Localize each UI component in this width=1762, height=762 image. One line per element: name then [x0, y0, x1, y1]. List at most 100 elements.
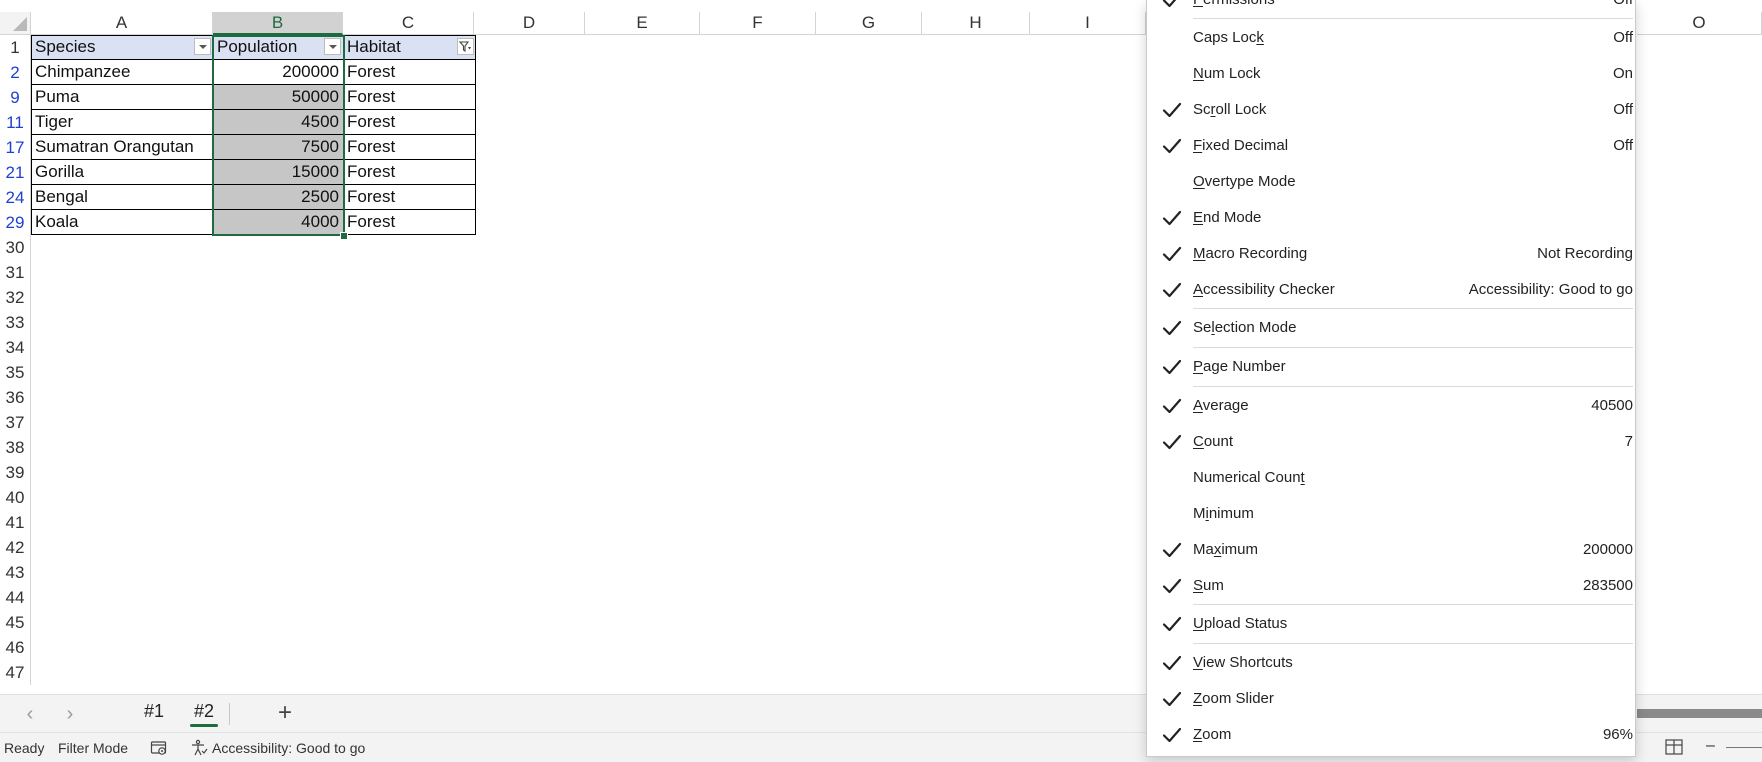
menu-item-upload-status[interactable]: Upload Status	[1147, 606, 1635, 642]
menu-item-selection-mode[interactable]: Selection Mode	[1147, 310, 1635, 346]
menu-item-count[interactable]: Count 7	[1147, 424, 1635, 460]
menu-item-num-lock[interactable]: Num Lock On	[1147, 56, 1635, 92]
column-header-e[interactable]: E	[585, 12, 700, 35]
column-header-f[interactable]: F	[700, 12, 816, 35]
row-header-47[interactable]: 47	[0, 660, 31, 685]
row-header-17[interactable]: 17	[0, 135, 31, 160]
cell-habitat[interactable]: Forest	[343, 210, 476, 235]
cell-species[interactable]: Chimpanzee	[31, 60, 213, 85]
menu-item-page-number[interactable]: Page Number	[1147, 349, 1635, 385]
table-border	[31, 35, 32, 235]
table-header-species[interactable]: Species	[31, 35, 213, 60]
menu-item-accessibility-checker[interactable]: Accessibility Checker Accessibility: Good…	[1147, 272, 1635, 308]
row-header-9[interactable]: 9	[0, 85, 31, 110]
row-header-32[interactable]: 32	[0, 285, 31, 310]
menu-item-minimum[interactable]: Minimum	[1147, 496, 1635, 532]
sheet-tab-1[interactable]: #1	[136, 701, 172, 722]
menu-item-label: Macro Recording	[1193, 245, 1308, 262]
cell-species[interactable]: Gorilla	[31, 160, 213, 185]
table-header-habitat[interactable]: Habitat	[343, 35, 476, 60]
selection-range[interactable]	[212, 35, 345, 236]
column-header-i[interactable]: I	[1030, 12, 1146, 35]
column-header-o[interactable]: O	[1637, 12, 1762, 35]
zoom-out-icon[interactable]: –	[1706, 737, 1715, 755]
row-header-43[interactable]: 43	[0, 560, 31, 585]
row-header-37[interactable]: 37	[0, 410, 31, 435]
accessibility-icon[interactable]	[190, 739, 208, 760]
row-header-41[interactable]: 41	[0, 510, 31, 535]
sheet-tab-2[interactable]: #2	[186, 701, 222, 727]
cell-species[interactable]: Koala	[31, 210, 213, 235]
cell-species[interactable]: Sumatran Orangutan	[31, 135, 213, 160]
row-header-29[interactable]: 29	[0, 210, 31, 235]
select-all-corner[interactable]	[0, 12, 31, 35]
row-header-38[interactable]: 38	[0, 435, 31, 460]
horizontal-scrollbar-thumb[interactable]	[1637, 709, 1762, 718]
menu-item-average[interactable]: Average 40500	[1147, 388, 1635, 424]
cell-species[interactable]: Bengal	[31, 185, 213, 210]
table-header-label: Species	[35, 37, 96, 56]
menu-item-caps-lock[interactable]: Caps Lock Off	[1147, 20, 1635, 56]
display-settings-icon[interactable]	[150, 739, 168, 760]
row-header-46[interactable]: 46	[0, 635, 31, 660]
column-header-c[interactable]: C	[343, 12, 474, 35]
menu-item-view-shortcuts[interactable]: View Shortcuts	[1147, 645, 1635, 681]
row-header-45[interactable]: 45	[0, 610, 31, 635]
row-header-44[interactable]: 44	[0, 585, 31, 610]
row-header-30[interactable]: 30	[0, 235, 31, 260]
row-header-24[interactable]: 24	[0, 185, 31, 210]
table-border	[475, 35, 476, 235]
menu-item-overtype-mode[interactable]: Overtype Mode	[1147, 164, 1635, 200]
cell-species[interactable]: Puma	[31, 85, 213, 110]
checkmark-icon	[1161, 431, 1183, 453]
menu-item-value: Not Recording	[1537, 245, 1633, 262]
column-header-d[interactable]: D	[474, 12, 585, 35]
menu-item-maximum[interactable]: Maximum 200000	[1147, 532, 1635, 568]
menu-item-macro-recording[interactable]: Macro Recording Not Recording	[1147, 236, 1635, 272]
fill-handle[interactable]	[340, 232, 348, 240]
row-header-11[interactable]: 11	[0, 110, 31, 135]
row-header-40[interactable]: 40	[0, 485, 31, 510]
menu-item-sum[interactable]: Sum 283500	[1147, 568, 1635, 604]
cell-habitat[interactable]: Forest	[343, 160, 476, 185]
menu-item-fixed-decimal[interactable]: Fixed Decimal Off	[1147, 128, 1635, 164]
column-header-b[interactable]: B	[213, 12, 343, 35]
status-accessibility[interactable]: Accessibility: Good to go	[212, 740, 365, 756]
cell-species[interactable]: Tiger	[31, 110, 213, 135]
cell-habitat[interactable]: Forest	[343, 85, 476, 110]
cell-habitat[interactable]: Forest	[343, 60, 476, 85]
menu-item-end-mode[interactable]: End Mode	[1147, 200, 1635, 236]
checkmark-icon	[1161, 99, 1183, 121]
page-layout-view-icon[interactable]	[1664, 738, 1684, 759]
filter-dropdown-icon[interactable]	[194, 38, 211, 55]
menu-item-label: Upload Status	[1193, 615, 1288, 632]
row-header-42[interactable]: 42	[0, 535, 31, 560]
row-header-34[interactable]: 34	[0, 335, 31, 360]
menu-item-value: On	[1612, 65, 1633, 82]
menu-item-numerical-count[interactable]: Numerical Count	[1147, 460, 1635, 496]
filter-applied-icon[interactable]	[457, 38, 474, 55]
menu-item-permissions[interactable]: Permissions Off	[1147, 0, 1635, 18]
row-header-35[interactable]: 35	[0, 360, 31, 385]
row-header-33[interactable]: 33	[0, 310, 31, 335]
menu-item-scroll-lock[interactable]: Scroll Lock Off	[1147, 92, 1635, 128]
cell-habitat[interactable]: Forest	[343, 110, 476, 135]
chevron-right-icon[interactable]: ›	[60, 703, 80, 726]
row-header-21[interactable]: 21	[0, 160, 31, 185]
cell-habitat[interactable]: Forest	[343, 185, 476, 210]
chevron-left-icon[interactable]: ‹	[20, 703, 40, 726]
row-header-31[interactable]: 31	[0, 260, 31, 285]
cell-habitat[interactable]: Forest	[343, 135, 476, 160]
column-header-g[interactable]: G	[816, 12, 922, 35]
row-header-2[interactable]: 2	[0, 60, 31, 85]
row-header-36[interactable]: 36	[0, 385, 31, 410]
column-header-a[interactable]: A	[31, 12, 213, 35]
menu-item-zoom[interactable]: Zoom 96%	[1147, 717, 1635, 753]
menu-item-zoom-slider[interactable]: Zoom Slider	[1147, 681, 1635, 717]
add-sheet-button[interactable]: +	[278, 699, 292, 727]
menu-item-label: Fixed Decimal	[1193, 137, 1289, 154]
zoom-slider-track[interactable]	[1726, 747, 1762, 748]
column-header-h[interactable]: H	[922, 12, 1030, 35]
row-header-39[interactable]: 39	[0, 460, 31, 485]
row-header-1[interactable]: 1	[0, 35, 31, 60]
